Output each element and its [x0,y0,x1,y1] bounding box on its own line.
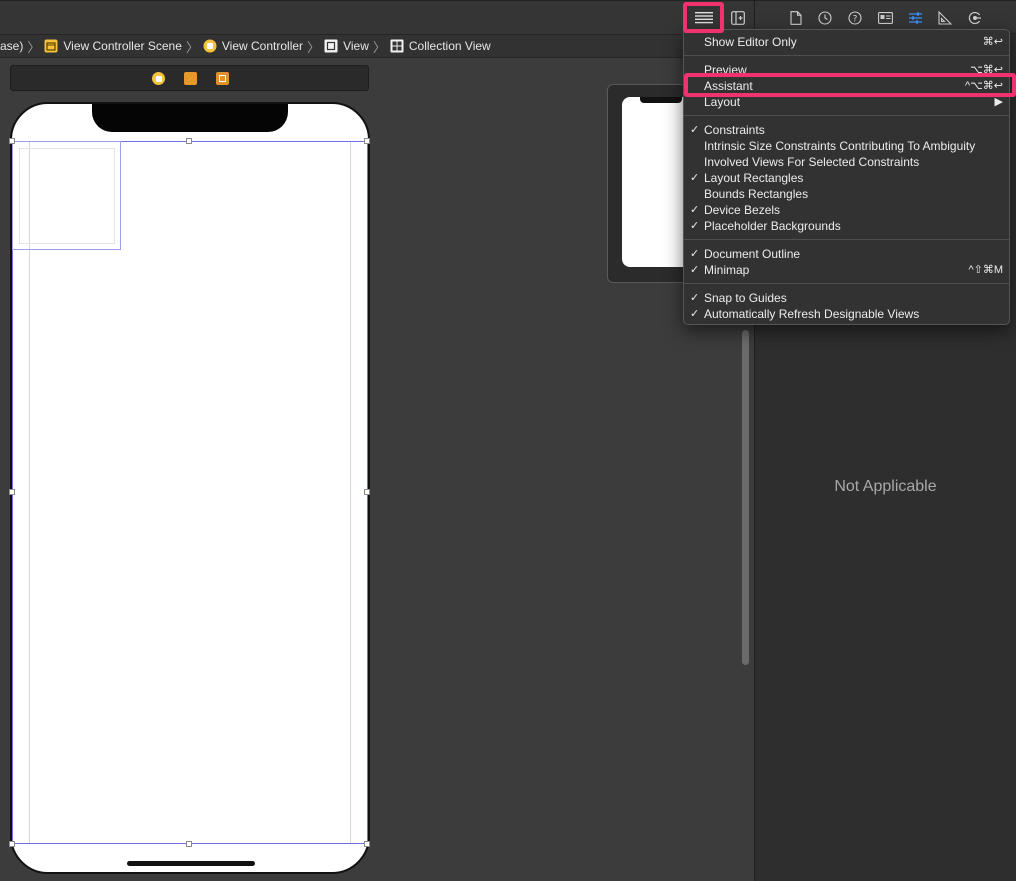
size-inspector-tab[interactable] [936,9,954,27]
breadcrumb-item-scene[interactable]: View Controller Scene [44,39,182,53]
view-controller-icon [203,39,217,53]
breadcrumb-item-collection-view[interactable]: Collection View [390,39,491,53]
view-controller-icon[interactable] [152,72,165,85]
menu-item-label: Layout Rectangles [704,171,804,185]
split-editor-icon [731,11,745,25]
menu-item-label: Device Bezels [704,203,781,217]
first-responder-icon[interactable] [184,72,197,85]
menu-item-document-outline[interactable]: ✓ Document Outline [684,246,1009,262]
menu-item-label: Show Editor Only [704,35,797,49]
checkmark-icon: ✓ [690,308,700,320]
breadcrumb-item-view[interactable]: View [324,39,369,53]
menu-item-label: Minimap [704,263,750,277]
menu-item-label: Bounds Rectangles [704,187,809,201]
device-notch [92,104,288,132]
chevron-right-icon: 〉 [372,39,386,55]
quick-help-tab[interactable]: ? [846,9,864,27]
file-icon [790,11,802,25]
menu-item-shortcut: ^⇧⌘M [968,264,1003,276]
id-card-icon [877,12,893,24]
breadcrumb-label: View Controller [221,39,304,53]
highlight-editor-options-button [683,2,724,33]
checkmark-icon: ✓ [690,264,700,276]
menu-item-device-bezels[interactable]: ✓ Device Bezels [684,202,1009,218]
breadcrumb-label: Collection View [408,39,491,53]
menu-item-minimap[interactable]: ✓ Minimap ^⇧⌘M [684,262,1009,278]
menu-item-involved-views[interactable]: Involved Views For Selected Constraints [684,154,1009,170]
menu-item-refresh-designable-views[interactable]: ✓ Automatically Refresh Designable Views [684,306,1009,322]
resize-handle[interactable] [9,841,15,847]
breadcrumb-item-view-controller[interactable]: View Controller [203,39,303,53]
checkmark-icon: ✓ [690,248,700,260]
checkmark-icon: ✓ [690,292,700,304]
cell-content-view [19,148,115,244]
resize-handle[interactable] [364,138,370,144]
menu-item-label: Involved Views For Selected Constraints [704,155,920,169]
scene-icon [44,39,58,53]
menu-item-label: Placeholder Backgrounds [704,219,841,233]
collection-view-icon [390,39,404,53]
menu-item-label: Automatically Refresh Designable Views [704,307,920,321]
checkmark-icon: ✓ [690,220,700,232]
minimap-device [622,97,690,267]
connections-inspector-tab[interactable] [966,9,984,27]
menu-item-snap-to-guides[interactable]: ✓ Snap to Guides [684,290,1009,306]
identity-inspector-tab[interactable] [876,9,894,27]
breadcrumb-label: View [343,39,369,53]
resize-handle[interactable] [9,138,15,144]
collection-view-cell[interactable] [12,141,121,250]
resize-handle[interactable] [364,841,370,847]
sliders-icon [908,12,922,24]
menu-item-placeholder-backgrounds[interactable]: ✓ Placeholder Backgrounds [684,218,1009,234]
exit-icon[interactable] [216,72,229,85]
add-editor-button[interactable] [722,5,754,31]
menu-item-shortcut: ⌘↩ [982,36,1003,48]
chevron-right-icon: 〉 [307,39,321,55]
menu-separator [684,239,1009,240]
menu-item-show-editor-only[interactable]: Show Editor Only ⌘↩ [684,34,1009,50]
chevron-right-icon: 〉 [185,39,199,55]
file-inspector-tab[interactable] [787,9,805,27]
connections-icon [968,11,981,25]
canvas-scrollbar[interactable] [742,330,749,665]
menu-item-label: Constraints [704,123,765,137]
resize-handle[interactable] [186,138,192,144]
menu-item-constraints[interactable]: ✓ Constraints [684,122,1009,138]
checkmark-icon: ✓ [690,172,700,184]
home-indicator [127,861,255,866]
ruler-icon [938,11,952,25]
menu-separator [684,55,1009,56]
svg-text:?: ? [853,14,858,24]
menu-item-bounds-rectangles[interactable]: Bounds Rectangles [684,186,1009,202]
minimap-notch [640,97,682,103]
breadcrumb: ase) 〉 View Controller Scene 〉 View Cont… [0,34,755,58]
editor-toolbar [0,0,755,34]
menu-separator [684,283,1009,284]
chevron-right-icon: 〉 [27,39,41,55]
scene-dock [10,65,369,91]
view-icon [324,39,338,53]
menu-separator [684,115,1009,116]
breadcrumb-item-project[interactable]: ase) [0,39,23,53]
checkmark-icon: ✓ [690,204,700,216]
history-inspector-tab[interactable] [816,9,834,27]
menu-item-label: Intrinsic Size Constraints Contributing … [704,139,976,153]
menu-item-intrinsic-size-constraints[interactable]: Intrinsic Size Constraints Contributing … [684,138,1009,154]
resize-handle[interactable] [9,489,15,495]
breadcrumb-label: View Controller Scene [63,39,182,53]
menu-item-label: Document Outline [704,247,801,261]
inspector-empty-label: Not Applicable [834,478,937,495]
menu-item-layout-rectangles[interactable]: ✓ Layout Rectangles [684,170,1009,186]
menu-item-label: Snap to Guides [704,291,787,305]
breadcrumb-label: ase) [0,39,24,53]
resize-handle[interactable] [186,841,192,847]
help-icon: ? [848,11,862,25]
attributes-inspector-tab[interactable] [906,9,924,27]
clock-icon [818,11,832,25]
checkmark-icon: ✓ [690,124,700,136]
resize-handle[interactable] [364,489,370,495]
highlight-assistant-item [684,73,1016,97]
